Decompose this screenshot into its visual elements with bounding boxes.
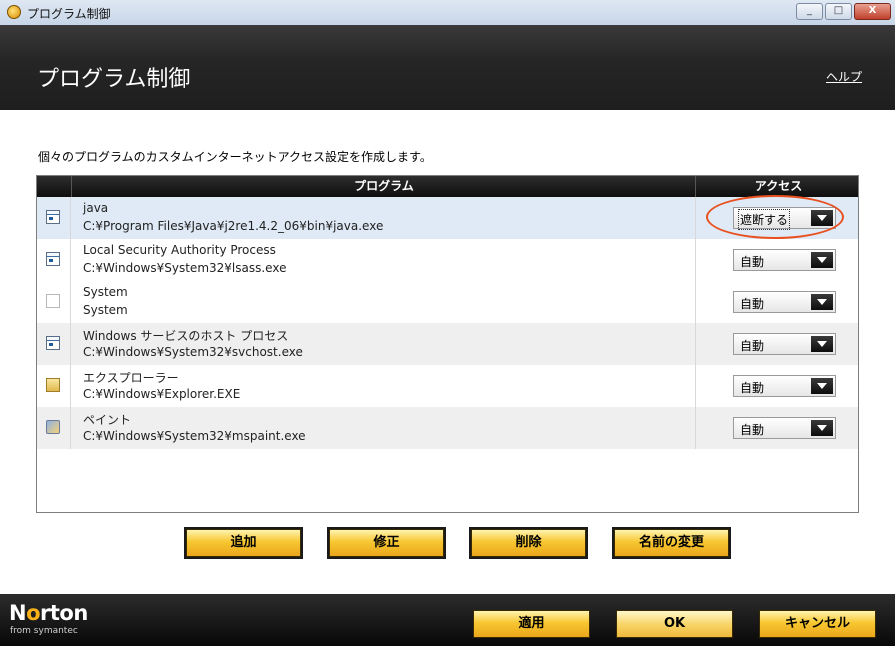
chevron-down-icon[interactable] <box>811 210 833 226</box>
row-icon-cell <box>37 281 71 323</box>
maximize-button[interactable]: □ <box>825 3 852 20</box>
edit-button[interactable]: 修正 <box>329 529 444 557</box>
minimize-button[interactable]: _ <box>796 3 823 20</box>
access-value: 自動 <box>740 381 765 395</box>
program-name: Local Security Authority Process <box>83 243 276 257</box>
access-dropdown[interactable]: 自動 <box>733 249 836 271</box>
program-path: System <box>83 303 128 317</box>
row-icon-cell <box>37 239 71 281</box>
lsass-exe-icon <box>46 252 60 266</box>
header: プログラム制御 ヘルプ <box>0 25 895 110</box>
access-cell: 自動 <box>695 365 858 407</box>
add-button[interactable]: 追加 <box>186 529 301 557</box>
norton-app-icon <box>7 5 21 19</box>
footer-bar: Norton from symantec 適用 OK キャンセル <box>0 594 895 646</box>
table-row[interactable]: ペイント C:¥Windows¥System32¥mspaint.exe 自動 <box>37 407 858 449</box>
norton-logo: Norton <box>9 601 88 625</box>
paint-icon <box>46 420 60 434</box>
ok-button[interactable]: OK <box>616 610 733 638</box>
program-name: java <box>83 201 109 215</box>
program-path: C:¥Windows¥System32¥lsass.exe <box>83 261 287 275</box>
program-path: C:¥Program Files¥Java¥j2re1.4.2_06¥bin¥j… <box>83 219 384 233</box>
logo-subtitle: from symantec <box>10 626 78 636</box>
row-icon-cell <box>37 197 71 239</box>
help-link[interactable]: ヘルプ <box>826 68 862 85</box>
main-content: 個々のプログラムのカスタムインターネットアクセス設定を作成します。 プログラム … <box>0 110 895 594</box>
program-name: System <box>83 285 128 299</box>
java-exe-icon <box>46 210 60 224</box>
program-name: ペイント <box>83 413 132 427</box>
row-icon-cell <box>37 323 71 365</box>
column-header-program[interactable]: プログラム <box>71 176 696 197</box>
access-dropdown[interactable]: 自動 <box>733 333 836 355</box>
access-dropdown[interactable]: 自動 <box>733 291 836 313</box>
access-cell: 遮断する <box>695 197 858 239</box>
access-dropdown[interactable]: 遮断する <box>733 207 836 230</box>
program-table: プログラム アクセス java C:¥Program Files¥Java¥j2… <box>36 175 859 513</box>
rename-button[interactable]: 名前の変更 <box>614 529 729 557</box>
table-row[interactable]: java C:¥Program Files¥Java¥j2re1.4.2_06¥… <box>37 197 858 239</box>
delete-button[interactable]: 削除 <box>471 529 586 557</box>
access-value: 自動 <box>740 339 765 353</box>
table-row[interactable]: Local Security Authority Process C:¥Wind… <box>37 239 858 281</box>
access-value: 自動 <box>740 423 765 437</box>
title-bar[interactable]: プログラム制御 _ □ X <box>0 0 895 26</box>
program-path: C:¥Windows¥System32¥svchost.exe <box>83 345 303 359</box>
chevron-down-icon[interactable] <box>811 378 833 394</box>
table-header: プログラム アクセス <box>37 176 858 197</box>
system-file-icon <box>46 294 60 308</box>
program-name: エクスプローラー <box>83 371 179 385</box>
program-path: C:¥Windows¥Explorer.EXE <box>83 387 241 401</box>
row-icon-cell <box>37 407 71 449</box>
window-title: プログラム制御 <box>27 7 111 21</box>
column-header-access[interactable]: アクセス <box>695 176 858 197</box>
table-row[interactable]: System System 自動 <box>37 281 858 323</box>
close-button[interactable]: X <box>854 3 891 20</box>
program-control-window: プログラム制御 _ □ X プログラム制御 ヘルプ 個々のプログラムのカスタムイ… <box>0 0 895 646</box>
access-cell: 自動 <box>695 281 858 323</box>
chevron-down-icon[interactable] <box>811 294 833 310</box>
svchost-exe-icon <box>46 336 60 350</box>
access-cell: 自動 <box>695 323 858 365</box>
table-row[interactable]: エクスプローラー C:¥Windows¥Explorer.EXE 自動 <box>37 365 858 407</box>
row-icon-cell <box>37 365 71 407</box>
apply-button[interactable]: 適用 <box>473 610 590 638</box>
cancel-button[interactable]: キャンセル <box>759 610 876 638</box>
program-name: Windows サービスのホスト プロセス <box>83 329 289 343</box>
chevron-down-icon[interactable] <box>811 420 833 436</box>
access-value: 遮断する <box>737 209 791 230</box>
access-value: 自動 <box>740 297 765 311</box>
access-value: 自動 <box>740 255 765 269</box>
program-path: C:¥Windows¥System32¥mspaint.exe <box>83 429 306 443</box>
table-row[interactable]: Windows サービスのホスト プロセス C:¥Windows¥System3… <box>37 323 858 365</box>
chevron-down-icon[interactable] <box>811 336 833 352</box>
chevron-down-icon[interactable] <box>811 252 833 268</box>
access-cell: 自動 <box>695 239 858 281</box>
description-text: 個々のプログラムのカスタムインターネットアクセス設定を作成します。 <box>38 150 432 164</box>
access-cell: 自動 <box>695 407 858 449</box>
access-dropdown[interactable]: 自動 <box>733 375 836 397</box>
page-title: プログラム制御 <box>37 67 191 92</box>
explorer-icon <box>46 378 60 392</box>
access-dropdown[interactable]: 自動 <box>733 417 836 439</box>
